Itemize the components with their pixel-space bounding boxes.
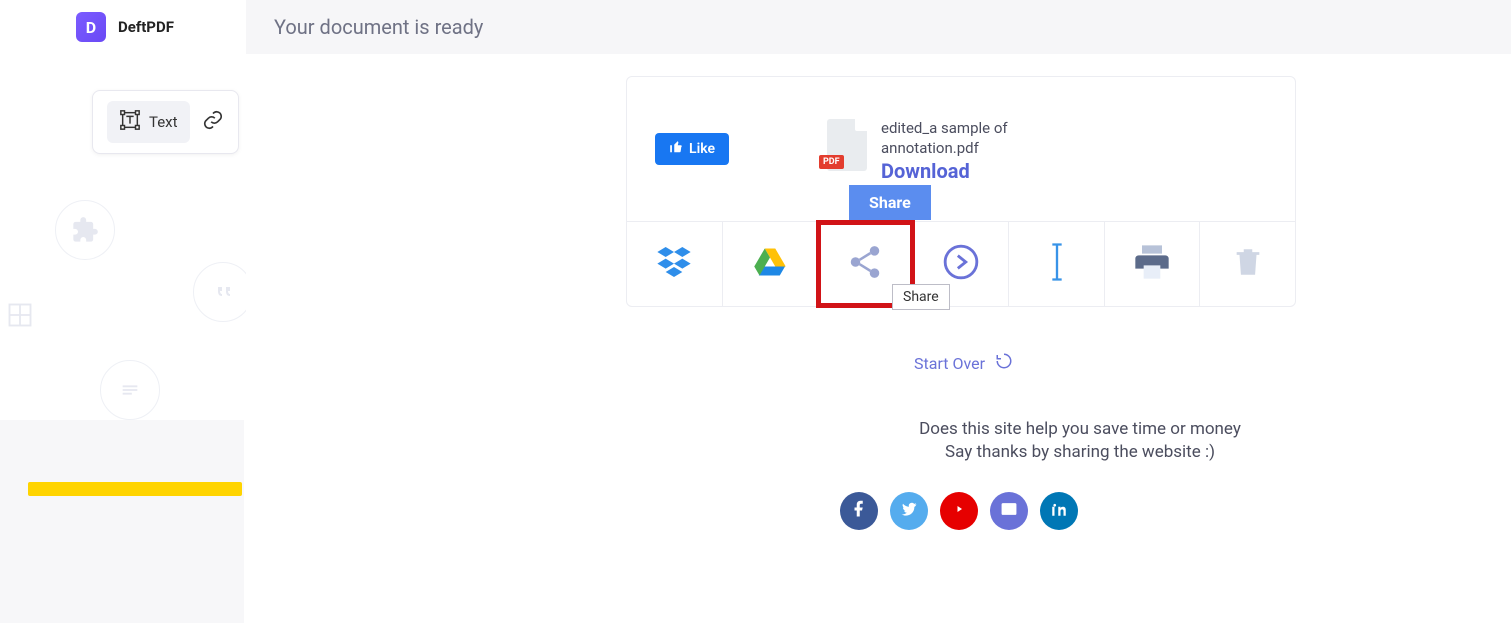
- social-email[interactable]: [990, 492, 1028, 530]
- download-link[interactable]: Download: [881, 158, 1008, 184]
- share-tooltip: Share: [892, 284, 950, 310]
- text-frame-icon: [119, 109, 141, 135]
- twitter-icon: [900, 500, 918, 522]
- file-block: PDF edited_a sample of annotation.pdf Do…: [827, 119, 1008, 184]
- result-card: Like PDF edited_a sample of annotation.p…: [626, 76, 1296, 307]
- share-icon: [846, 243, 884, 285]
- like-label: Like: [689, 141, 715, 157]
- prompt-line2: Say thanks by sharing the website :): [776, 441, 1384, 464]
- printer-icon: [1132, 242, 1172, 286]
- prompt-text: Does this site help you save time or mon…: [776, 418, 1384, 464]
- bottom-panel: [0, 420, 244, 623]
- text-tool-label: Text: [149, 113, 178, 131]
- thumbs-up-icon: [669, 140, 683, 158]
- file-name-line2: annotation.pdf: [881, 139, 1008, 159]
- quote-icon[interactable]: [193, 262, 253, 322]
- pdf-badge: PDF: [819, 155, 844, 169]
- action-row: [627, 221, 1295, 306]
- page-title: Your document is ready: [274, 15, 483, 39]
- file-info: edited_a sample of annotation.pdf Downlo…: [881, 119, 1008, 184]
- brand-name: DeftPDF: [118, 18, 174, 36]
- refresh-icon: [995, 352, 1013, 374]
- text-tool-button[interactable]: Text: [107, 101, 190, 143]
- facebook-icon: [850, 500, 868, 522]
- social-twitter[interactable]: [890, 492, 928, 530]
- table-icon[interactable]: [0, 290, 40, 340]
- social-youtube[interactable]: [940, 492, 978, 530]
- pdf-file-icon: PDF: [827, 119, 867, 171]
- like-button[interactable]: Like: [655, 133, 729, 165]
- share-button[interactable]: Share: [849, 185, 931, 220]
- prompt-line1: Does this site help you save time or mon…: [776, 418, 1384, 441]
- email-icon: [1000, 500, 1018, 522]
- social-row: [840, 492, 1078, 530]
- file-name-line1: edited_a sample of: [881, 119, 1008, 139]
- brand-logo-icon: D: [76, 12, 106, 42]
- start-over-label: Start Over: [914, 354, 985, 373]
- card-top: Like PDF edited_a sample of annotation.p…: [627, 77, 1295, 221]
- puzzle-icon[interactable]: [55, 200, 115, 260]
- action-print[interactable]: [1105, 222, 1201, 306]
- link-icon[interactable]: [202, 109, 224, 135]
- lines-icon[interactable]: [100, 360, 160, 420]
- youtube-icon: [950, 500, 968, 522]
- action-google-drive[interactable]: [723, 222, 819, 306]
- social-linkedin[interactable]: [1040, 492, 1078, 530]
- google-drive-icon: [752, 244, 788, 284]
- main: Your document is ready Like PDF edited_a…: [246, 0, 1511, 623]
- sidebar: D DeftPDF Text: [0, 0, 246, 623]
- dropbox-icon: [654, 242, 694, 286]
- text-cursor-icon: [1041, 241, 1073, 287]
- action-delete[interactable]: [1200, 222, 1295, 306]
- arrow-circle-icon: [942, 243, 980, 285]
- highlight-bar: [28, 482, 242, 496]
- text-tool-card: Text: [92, 90, 239, 154]
- linkedin-icon: [1050, 500, 1068, 522]
- action-dropbox[interactable]: [627, 222, 723, 306]
- brand[interactable]: D DeftPDF: [76, 12, 174, 42]
- social-facebook[interactable]: [840, 492, 878, 530]
- start-over-link[interactable]: Start Over: [914, 352, 1013, 374]
- trash-icon: [1231, 245, 1265, 283]
- page-title-bar: Your document is ready: [246, 0, 1511, 54]
- action-edit[interactable]: [1009, 222, 1105, 306]
